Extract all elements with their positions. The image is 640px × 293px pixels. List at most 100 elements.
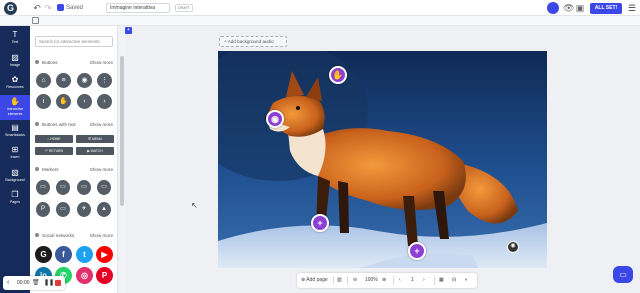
vehicle-marker[interactable]: ▭ bbox=[56, 202, 70, 217]
scrollbar-thumb[interactable] bbox=[120, 56, 124, 206]
section-label: Markers bbox=[42, 167, 59, 172]
parking-marker[interactable]: P bbox=[36, 202, 50, 217]
fox-image[interactable] bbox=[218, 51, 547, 268]
zoom-out-icon[interactable]: ⊖ bbox=[353, 275, 357, 286]
saved-icon bbox=[57, 4, 64, 11]
redo-icon[interactable]: ↷ bbox=[43, 3, 53, 13]
elements-panel: Search for interactive elements Buttons … bbox=[30, 26, 118, 293]
hotspot-eye[interactable]: ◉ bbox=[266, 110, 284, 128]
info-button-element[interactable]: i bbox=[36, 94, 51, 109]
twitter-icon[interactable]: t bbox=[76, 246, 93, 263]
show-more-social[interactable]: Show more bbox=[90, 232, 113, 239]
insert-icon: ⊞ bbox=[11, 145, 19, 154]
show-more-buttons[interactable]: Show more bbox=[90, 59, 113, 66]
section-label: Buttons bbox=[42, 60, 58, 65]
nav-item-pages[interactable]: ❐ Pages bbox=[0, 188, 30, 210]
car-marker[interactable]: ▭ bbox=[36, 180, 50, 195]
nav-item-interactive-elements[interactable]: ✋ Interactive elements bbox=[0, 95, 30, 120]
camp-marker[interactable]: ▲ bbox=[97, 202, 111, 217]
eye-button-element[interactable]: ◉ bbox=[77, 73, 92, 88]
zoom-in-icon[interactable]: ⊕ bbox=[382, 275, 386, 286]
pause-icon[interactable]: ❚❚ bbox=[44, 278, 54, 288]
more-button-element[interactable]: ⋮ bbox=[97, 73, 112, 88]
divider bbox=[434, 276, 435, 285]
panel-toggle-icon[interactable] bbox=[32, 17, 39, 24]
prev-page-icon[interactable]: ‹ bbox=[399, 275, 401, 286]
marker-pin-icon bbox=[35, 167, 39, 171]
genially-social-icon[interactable]: G bbox=[35, 246, 52, 263]
nav-item-text[interactable]: T Text bbox=[0, 28, 30, 50]
nav-label: Interactive elements bbox=[6, 107, 24, 116]
settings-icon[interactable]: ◐ bbox=[465, 275, 468, 286]
recorder-time: 00:00 bbox=[17, 280, 30, 286]
menu-icon[interactable]: ☰ bbox=[628, 3, 636, 13]
preview-icon[interactable]: 👁 bbox=[563, 3, 574, 13]
home-button-element[interactable]: ⌂ bbox=[36, 73, 51, 88]
resources-icon: ✿ bbox=[11, 75, 19, 84]
section-title-markers: Markers bbox=[35, 166, 59, 173]
hand-button-element[interactable]: ✋ bbox=[56, 94, 71, 109]
show-more-buttons-with-text[interactable]: Show more bbox=[90, 121, 113, 128]
layout-icon[interactable]: ⊟ bbox=[452, 275, 456, 286]
train-marker[interactable]: ▭ bbox=[97, 180, 111, 195]
app-window: G ↶ ↷ Saved Immagine interattiva DRAFT 👁… bbox=[0, 0, 640, 293]
nav-item-resources[interactable]: ✿ Resources bbox=[0, 73, 30, 95]
audio-recorder: ‹ 00:00 🗑 ❚❚ bbox=[3, 276, 65, 290]
nav-item-image[interactable]: ▨ Image bbox=[0, 51, 30, 73]
plane-marker[interactable]: ✈ bbox=[77, 202, 91, 217]
facebook-icon[interactable]: f bbox=[55, 246, 72, 263]
section-title-buttons: Buttons bbox=[35, 59, 58, 66]
add-background-audio-button[interactable]: + Add background audio bbox=[219, 36, 287, 47]
hotspot-small-eye[interactable]: ◉ bbox=[507, 241, 519, 253]
instagram-icon[interactable]: ◎ bbox=[76, 267, 93, 284]
app-logo[interactable]: G bbox=[4, 2, 17, 15]
nav-item-insert[interactable]: ⊞ Insert bbox=[0, 143, 30, 165]
nav-label: Pages bbox=[9, 200, 21, 204]
taxi-marker[interactable]: ▭ bbox=[56, 180, 70, 195]
youtube-icon[interactable]: ▶ bbox=[96, 246, 113, 263]
all-set-button[interactable]: ALL SET! bbox=[590, 3, 622, 14]
show-more-markers[interactable]: Show more bbox=[90, 166, 113, 173]
watch-text-button[interactable]: ▶ WATCH bbox=[76, 147, 114, 155]
text-icon: T bbox=[12, 30, 18, 39]
section-label: Buttons with text bbox=[42, 122, 76, 127]
next-button-element[interactable]: › bbox=[97, 94, 112, 109]
menu-button-element[interactable]: ≡ bbox=[56, 73, 71, 88]
grid-icon[interactable]: ▦ bbox=[439, 275, 444, 286]
zoom-level: 100% bbox=[365, 277, 378, 283]
undo-icon[interactable]: ↶ bbox=[32, 3, 42, 13]
hotspot-plus-1[interactable]: + bbox=[311, 214, 329, 232]
social-icon bbox=[35, 233, 39, 237]
divider bbox=[347, 276, 348, 285]
chat-icon[interactable]: ▭ bbox=[613, 266, 633, 283]
return-text-button[interactable]: ↶ RETURN bbox=[35, 147, 73, 155]
buttons-with-text-icon bbox=[35, 122, 39, 126]
project-title-input[interactable]: Immagine interattiva bbox=[106, 3, 170, 13]
collapse-icon[interactable]: ‹ bbox=[7, 278, 9, 288]
prev-button-element[interactable]: ‹ bbox=[77, 94, 92, 109]
nav-item-background[interactable]: ▧ Background bbox=[0, 166, 30, 188]
nav-item-smartblocks[interactable]: ▤ Smartblocks bbox=[0, 121, 30, 143]
search-input[interactable]: Search for interactive elements bbox=[35, 36, 113, 47]
save-icon[interactable]: ▣ bbox=[575, 3, 585, 13]
next-page-icon[interactable]: › bbox=[423, 275, 425, 286]
hand-icon: ✋ bbox=[10, 97, 20, 106]
stop-icon[interactable] bbox=[55, 280, 61, 286]
nav-label: Text bbox=[11, 40, 19, 44]
pages-icon: ❐ bbox=[11, 190, 19, 199]
nav-label: Image bbox=[10, 63, 20, 67]
page-badge-icon[interactable]: + bbox=[125, 27, 132, 34]
menu-text-button[interactable]: ☰ MENU bbox=[76, 135, 114, 143]
avatar[interactable] bbox=[547, 2, 559, 14]
trash-page-icon[interactable]: ▥ bbox=[337, 275, 342, 286]
hotspot-plus-2[interactable]: + bbox=[408, 242, 426, 260]
pinterest-icon[interactable]: P bbox=[96, 267, 113, 284]
left-nav: T Text ▨ Image ✿ Resources ✋ Interactive… bbox=[0, 26, 30, 293]
trash-icon[interactable]: 🗑 bbox=[32, 278, 40, 288]
bus-marker[interactable]: ▭ bbox=[77, 180, 91, 195]
home-text-button[interactable]: ⌂ HOME bbox=[35, 135, 73, 143]
fox-photo-svg bbox=[218, 51, 547, 268]
secondary-toolbar bbox=[0, 16, 640, 26]
add-page-button[interactable]: ⊕ Add page bbox=[301, 275, 328, 286]
hotspot-hand[interactable]: ✋ bbox=[329, 66, 347, 84]
